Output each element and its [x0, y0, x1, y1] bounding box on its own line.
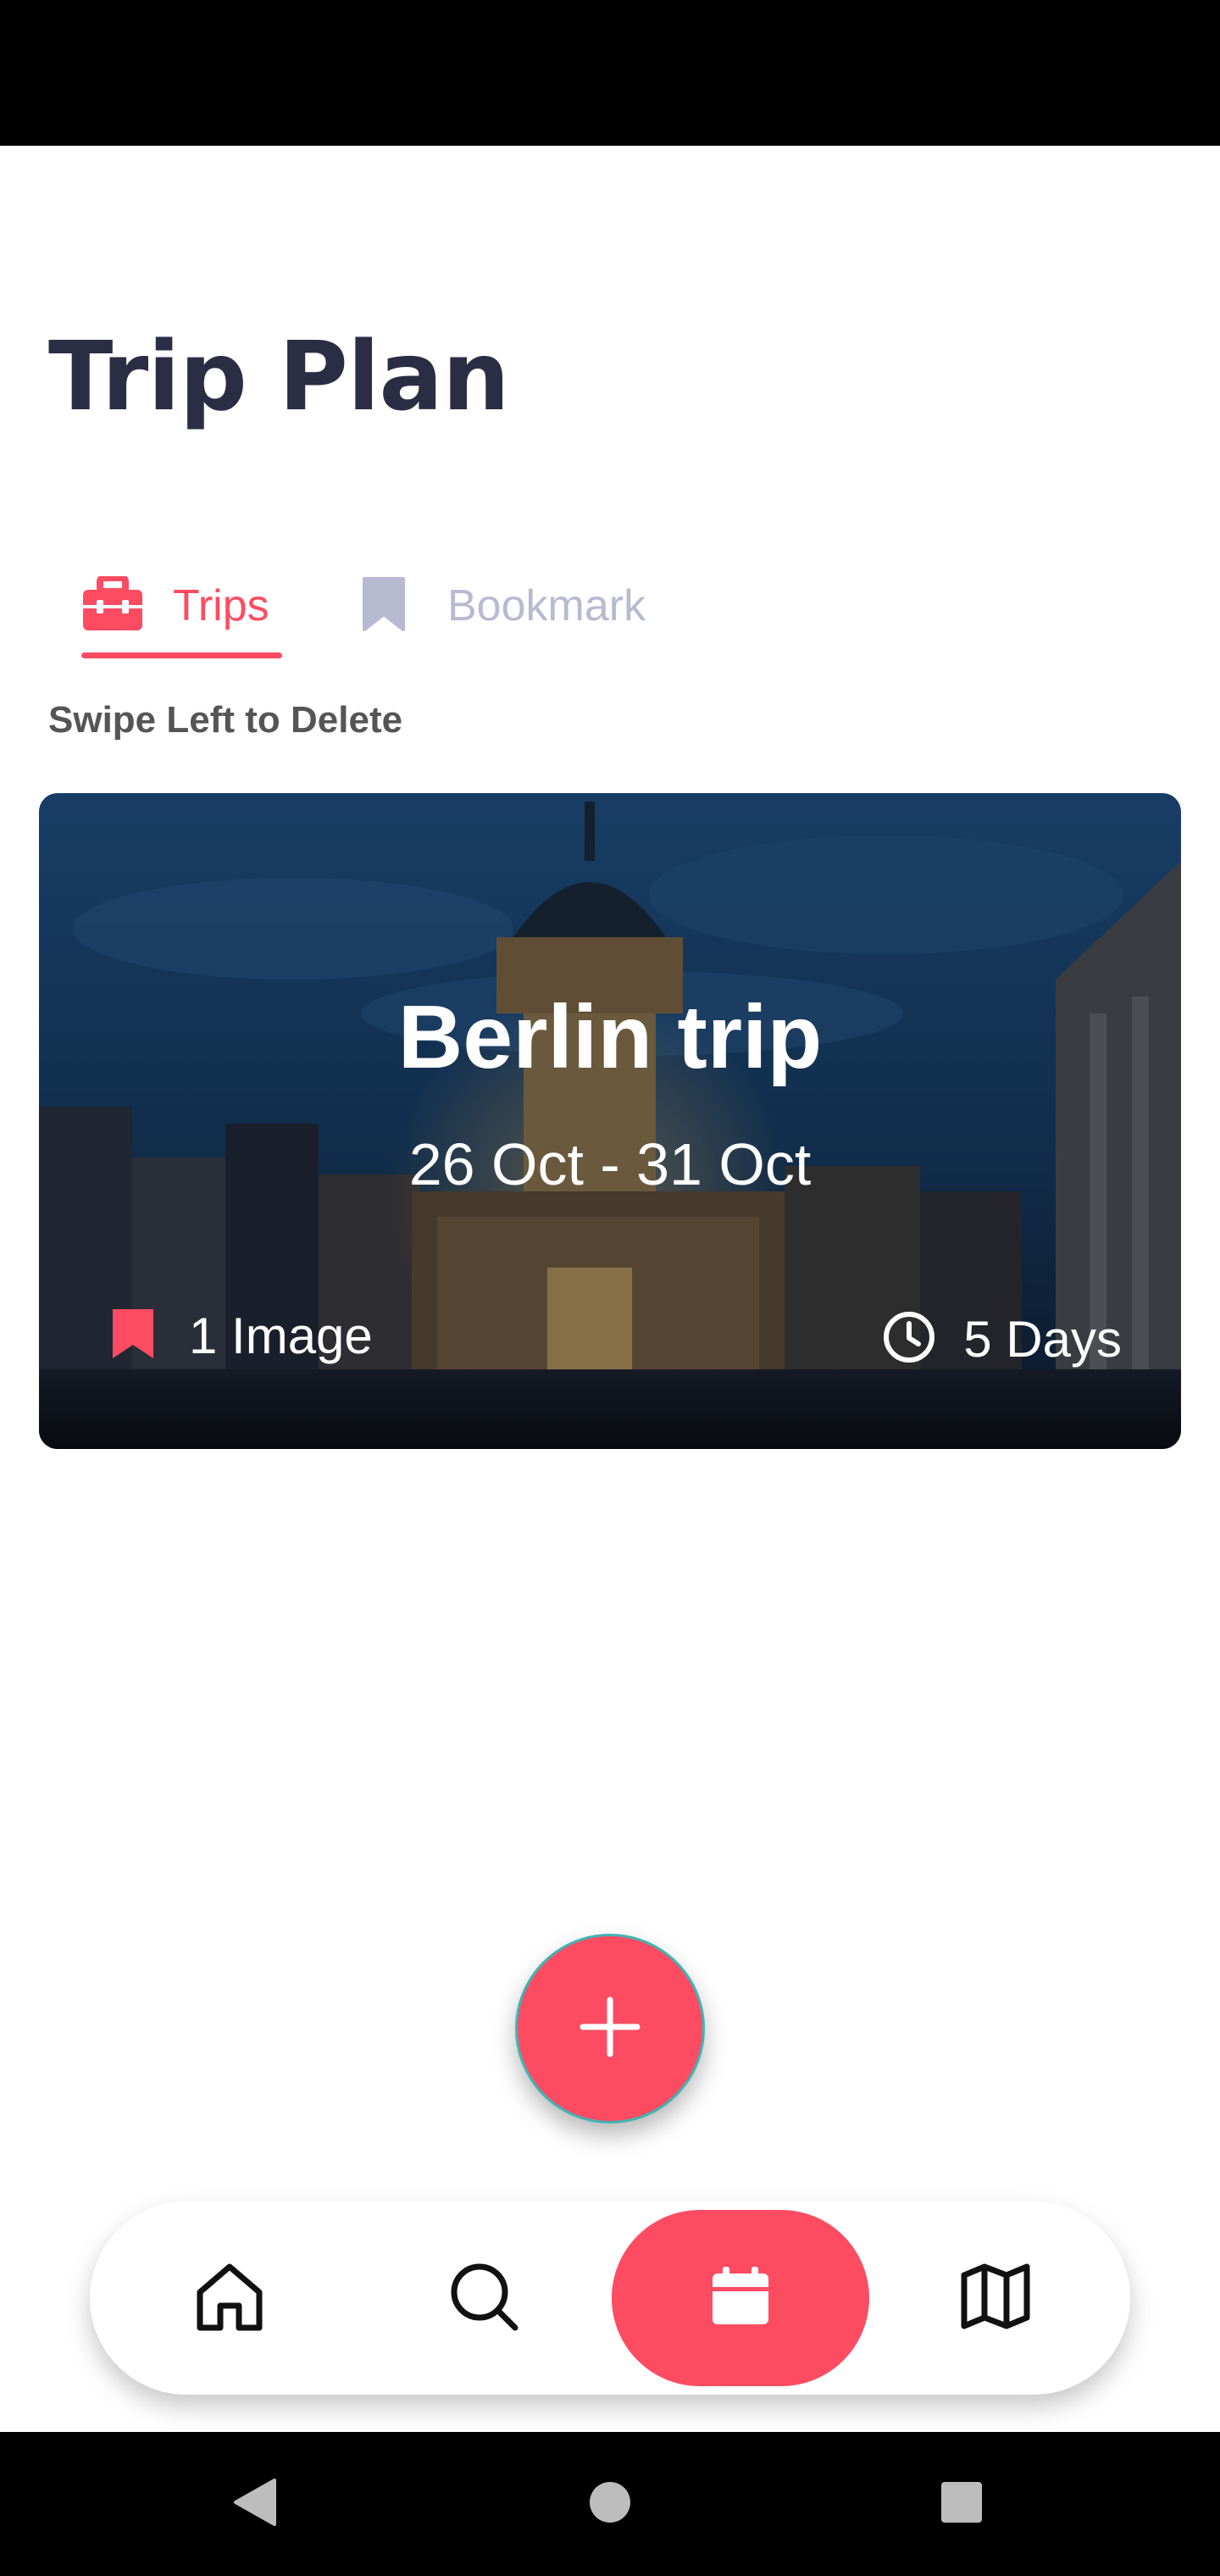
bookmark-icon [361, 575, 407, 636]
trip-images-label: 1 Image [189, 1307, 373, 1364]
add-trip-button[interactable] [515, 1934, 705, 2124]
home-icon [193, 2260, 266, 2336]
search-icon [447, 2260, 520, 2336]
bottom-navigation [90, 2201, 1130, 2395]
briefcase-icon [81, 575, 144, 636]
recents-icon [940, 2480, 984, 2528]
system-navigation-bar [0, 2432, 1220, 2576]
bookmark-icon [111, 1307, 155, 1363]
nav-map[interactable] [940, 2201, 1051, 2395]
status-bar [0, 0, 1220, 146]
trip-dates: 26 Oct - 31 Oct [408, 1131, 812, 1197]
system-recents-button[interactable] [919, 2432, 1004, 2576]
trip-name: Berlin trip [397, 987, 823, 1087]
clock-icon [882, 1310, 936, 1368]
active-tab-indicator [81, 652, 282, 658]
system-home-button[interactable] [568, 2432, 652, 2576]
page-title: Trip Plan [48, 322, 510, 432]
trip-card[interactable]: Berlin trip 26 Oct - 31 Oct 1 Image 5 Da… [39, 793, 1181, 1449]
tab-trips-label: Trips [173, 581, 269, 630]
plus-icon [580, 1996, 640, 2061]
back-icon [230, 2477, 278, 2531]
nav-home[interactable] [175, 2201, 285, 2395]
system-back-button[interactable] [212, 2432, 297, 2576]
trip-duration-label: 5 Days [963, 1310, 1122, 1368]
map-icon [959, 2260, 1032, 2336]
tab-trips[interactable]: Trips [81, 551, 285, 661]
trip-duration: 5 Days [882, 1305, 1122, 1373]
swipe-hint: Swipe Left to Delete [48, 699, 403, 741]
tab-bookmark-label: Bookmark [447, 581, 646, 630]
home-circle-icon [588, 2480, 632, 2528]
trip-images-count: 1 Image [111, 1302, 373, 1369]
nav-search[interactable] [429, 2201, 539, 2395]
calendar-icon [709, 2265, 772, 2331]
tab-bookmark[interactable]: Bookmark [361, 551, 751, 661]
nav-calendar[interactable] [612, 2210, 869, 2386]
